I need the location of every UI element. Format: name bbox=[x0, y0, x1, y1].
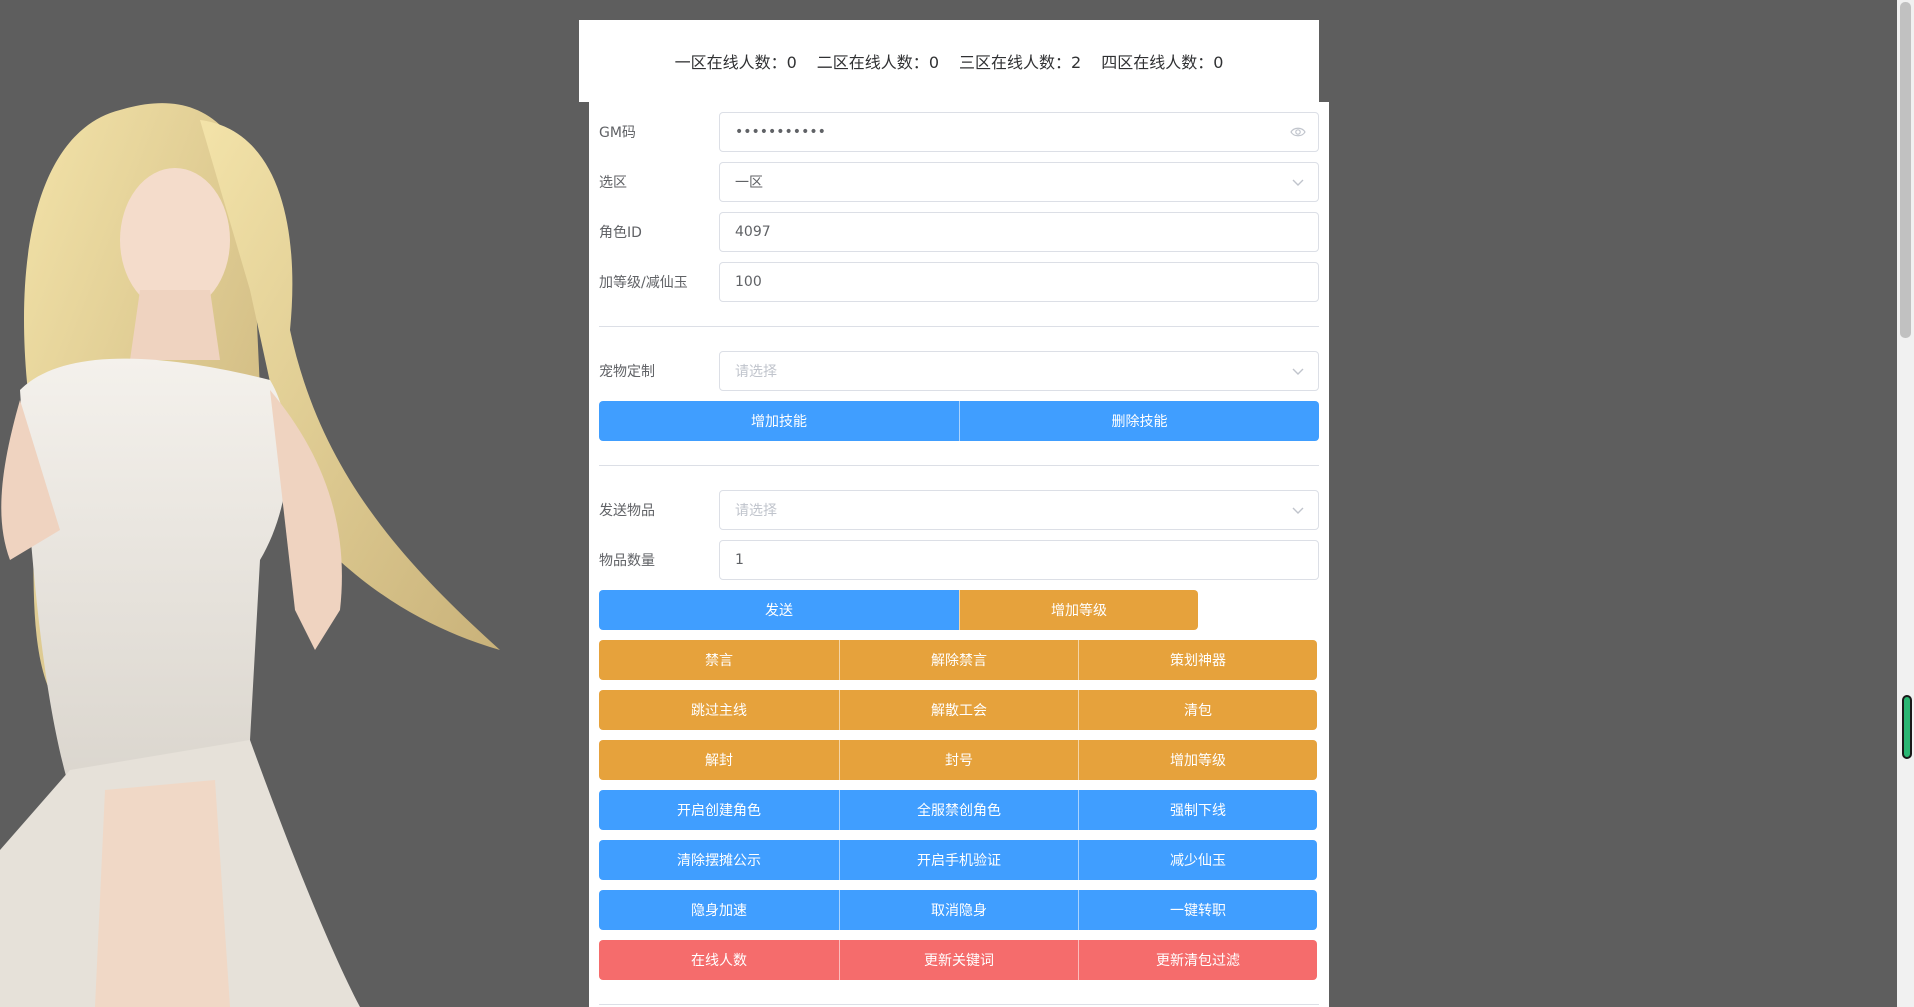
delete-skill-button[interactable]: 删除技能 bbox=[959, 401, 1319, 441]
online-stats: 一区在线人数：0 二区在线人数：0 三区在线人数：2 四区在线人数：0 bbox=[579, 20, 1319, 102]
ban-button-group: 解封 封号 增加等级 bbox=[599, 740, 1317, 780]
level-label: 加等级/减仙玉 bbox=[599, 275, 688, 291]
stat-zone-3: 三区在线人数：2 bbox=[959, 53, 1082, 72]
skill-button-group: 增加技能 删除技能 bbox=[599, 401, 1319, 441]
role-id-value: 4097 bbox=[735, 224, 771, 240]
divider bbox=[599, 326, 1319, 327]
ban-button[interactable]: 封号 bbox=[839, 740, 1078, 780]
role-id-row: 角色ID 4097 bbox=[599, 212, 1319, 252]
send-button-group: 发送 增加等级 bbox=[599, 590, 1198, 630]
one-key-transfer-button[interactable]: 一键转职 bbox=[1078, 890, 1317, 930]
eye-icon[interactable] bbox=[1290, 124, 1306, 140]
gm-code-input[interactable]: ••••••••••• bbox=[719, 112, 1319, 152]
page-scrollbar[interactable] bbox=[1897, 0, 1914, 1007]
disband-guild-button[interactable]: 解散工会 bbox=[839, 690, 1078, 730]
plan-artifact-button[interactable]: 策划神器 bbox=[1078, 640, 1317, 680]
online-count-button[interactable]: 在线人数 bbox=[599, 940, 839, 980]
level-row: 加等级/减仙玉 100 bbox=[599, 262, 1319, 302]
chevron-down-icon bbox=[1292, 507, 1304, 514]
role-button-group: 开启创建角色 全服禁创角色 强制下线 bbox=[599, 790, 1317, 830]
zone-value: 一区 bbox=[735, 175, 763, 191]
item-label: 发送物品 bbox=[599, 503, 655, 519]
scrollbar-thumb[interactable] bbox=[1900, 2, 1911, 338]
chevron-down-icon bbox=[1292, 179, 1304, 186]
role-id-input[interactable]: 4097 bbox=[719, 212, 1319, 252]
add-level-button-2[interactable]: 增加等级 bbox=[1078, 740, 1317, 780]
enable-phone-verify-button[interactable]: 开启手机验证 bbox=[839, 840, 1078, 880]
gm-code-row: GM码 ••••••••••• bbox=[599, 112, 1319, 152]
update-button-group: 在线人数 更新关键词 更新清包过滤 bbox=[599, 940, 1317, 980]
stealth-button-group: 隐身加速 取消隐身 一键转职 bbox=[599, 890, 1317, 930]
reduce-jade-button[interactable]: 减少仙玉 bbox=[1078, 840, 1317, 880]
stat-zone-2: 二区在线人数：0 bbox=[816, 53, 939, 72]
pet-row: 宠物定制 请选择 bbox=[599, 351, 1319, 391]
add-skill-button[interactable]: 增加技能 bbox=[599, 401, 959, 441]
pet-placeholder: 请选择 bbox=[735, 364, 777, 380]
stealth-speed-button[interactable]: 隐身加速 bbox=[599, 890, 839, 930]
item-row: 发送物品 请选择 bbox=[599, 490, 1319, 530]
add-level-button[interactable]: 增加等级 bbox=[959, 590, 1198, 630]
clear-stall-notice-button[interactable]: 清除摆摊公示 bbox=[599, 840, 839, 880]
zone-label: 选区 bbox=[599, 175, 627, 191]
item-placeholder: 请选择 bbox=[735, 503, 777, 519]
clear-bag-button[interactable]: 清包 bbox=[1078, 690, 1317, 730]
level-value: 100 bbox=[735, 274, 762, 290]
item-select[interactable]: 请选择 bbox=[719, 490, 1319, 530]
ban-create-all-button[interactable]: 全服禁创角色 bbox=[839, 790, 1078, 830]
stat-zone-4: 四区在线人数：0 bbox=[1101, 53, 1224, 72]
unban-button[interactable]: 解封 bbox=[599, 740, 839, 780]
chevron-down-icon bbox=[1292, 368, 1304, 375]
divider bbox=[599, 465, 1319, 466]
cancel-stealth-button[interactable]: 取消隐身 bbox=[839, 890, 1078, 930]
item-qty-label: 物品数量 bbox=[599, 553, 655, 569]
enable-create-role-button[interactable]: 开启创建角色 bbox=[599, 790, 839, 830]
update-bag-filter-button[interactable]: 更新清包过滤 bbox=[1078, 940, 1317, 980]
pet-label: 宠物定制 bbox=[599, 364, 655, 380]
guild-button-group: 跳过主线 解散工会 清包 bbox=[599, 690, 1317, 730]
send-button[interactable]: 发送 bbox=[599, 590, 959, 630]
gm-panel: GM码 ••••••••••• 选区 一区 角色ID 4097 加等级/减仙玉 … bbox=[589, 102, 1329, 1007]
character-artwork bbox=[0, 103, 500, 1007]
skip-main-quest-button[interactable]: 跳过主线 bbox=[599, 690, 839, 730]
zone-select[interactable]: 一区 bbox=[719, 162, 1319, 202]
gm-code-value: ••••••••••• bbox=[735, 124, 826, 140]
gm-code-label: GM码 bbox=[599, 125, 636, 141]
item-qty-row: 物品数量 1 bbox=[599, 540, 1319, 580]
role-id-label: 角色ID bbox=[599, 225, 642, 241]
side-widget-handle[interactable] bbox=[1902, 695, 1912, 759]
mute-button[interactable]: 禁言 bbox=[599, 640, 839, 680]
notice-button-group: 清除摆摊公示 开启手机验证 减少仙玉 bbox=[599, 840, 1317, 880]
item-qty-input[interactable]: 1 bbox=[719, 540, 1319, 580]
level-input[interactable]: 100 bbox=[719, 262, 1319, 302]
unmute-button[interactable]: 解除禁言 bbox=[839, 640, 1078, 680]
zone-row: 选区 一区 bbox=[599, 162, 1319, 202]
mute-button-group: 禁言 解除禁言 策划神器 bbox=[599, 640, 1317, 680]
pet-select[interactable]: 请选择 bbox=[719, 351, 1319, 391]
force-offline-button[interactable]: 强制下线 bbox=[1078, 790, 1317, 830]
stat-zone-1: 一区在线人数：0 bbox=[674, 53, 797, 72]
update-keywords-button[interactable]: 更新关键词 bbox=[839, 940, 1078, 980]
divider bbox=[599, 1004, 1319, 1005]
item-qty-value: 1 bbox=[735, 552, 744, 568]
